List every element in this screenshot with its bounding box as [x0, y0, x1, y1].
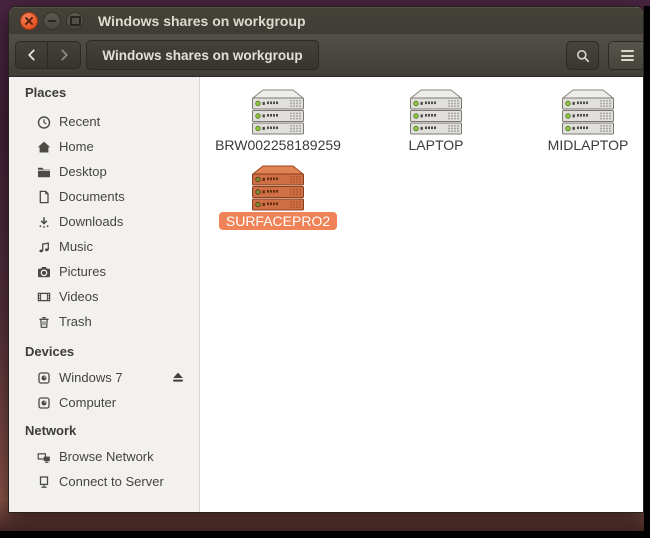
maximize-icon [70, 16, 81, 26]
document-icon [36, 189, 52, 205]
toolbar: Windows shares on workgroup [9, 34, 643, 77]
server-rack-icon [250, 89, 306, 135]
harddrive-icon [36, 370, 52, 386]
sidebar-item-label: Browse Network [59, 449, 154, 464]
chevron-right-icon [56, 47, 72, 63]
network-share-item[interactable]: MIDLAPTOP [510, 89, 644, 155]
titlebar[interactable]: Windows shares on workgroup [9, 7, 643, 34]
sidebar-item-documents[interactable]: Documents [9, 184, 199, 209]
close-button[interactable] [20, 12, 38, 30]
search-button[interactable] [566, 41, 599, 70]
trash-icon [36, 314, 52, 330]
window-title: Windows shares on workgroup [98, 13, 306, 29]
music-note-icon [36, 239, 52, 255]
sidebar-item-label: Connect to Server [59, 474, 164, 489]
back-button[interactable] [16, 42, 48, 68]
sidebar-item-label: Computer [59, 395, 116, 410]
sidebar-item-label: Home [59, 139, 94, 154]
share-label: BRW002258189259 [200, 136, 356, 155]
menu-button[interactable] [608, 41, 644, 70]
sidebar-item-connect-to-server[interactable]: Connect to Server [9, 469, 199, 494]
network-share-item[interactable]: BRW002258189259 [200, 89, 356, 155]
sidebar-item-label: Recent [59, 114, 100, 129]
location-button[interactable]: Windows shares on workgroup [86, 40, 319, 70]
sidebar-item-label: Documents [59, 189, 125, 204]
window-content: Places Recent Home Desktop Documents Dow… [9, 77, 643, 513]
sidebar-item-label: Music [59, 239, 93, 254]
server-rack-icon [560, 89, 616, 135]
minimize-icon [48, 20, 56, 22]
search-icon [575, 48, 591, 64]
download-arrow-icon [36, 214, 52, 230]
sidebar-item-recent[interactable]: Recent [9, 109, 199, 134]
sidebar-item-computer[interactable]: Computer [9, 390, 199, 415]
sidebar-item-label: Trash [59, 314, 92, 329]
sidebar-item-videos[interactable]: Videos [9, 284, 199, 309]
screen-edge-bottom [0, 531, 650, 538]
sidebar: Places Recent Home Desktop Documents Dow… [9, 77, 200, 513]
sidebar-header-places: Places [9, 80, 199, 104]
nav-button-group [15, 41, 81, 69]
network-share-item[interactable]: LAPTOP [358, 89, 514, 155]
file-view: BRW002258189259 LAPTOP MIDLAPTOP [200, 77, 643, 513]
sidebar-item-label: Pictures [59, 264, 106, 279]
camera-icon [36, 264, 52, 280]
sidebar-item-label: Downloads [59, 214, 123, 229]
clock-icon [36, 114, 52, 130]
eject-button[interactable] [170, 369, 186, 385]
sidebar-item-label: Videos [59, 289, 99, 304]
maximize-button[interactable] [66, 12, 84, 30]
chevron-left-icon [24, 47, 40, 63]
hamburger-icon [621, 50, 634, 61]
sidebar-item-label: Desktop [59, 164, 107, 179]
network-share-item-selected[interactable]: SURFACEPRO2 [200, 165, 356, 231]
sidebar-item-pictures[interactable]: Pictures [9, 259, 199, 284]
sidebar-item-windows-7[interactable]: Windows 7 [9, 365, 199, 390]
share-label: SURFACEPRO2 [200, 212, 356, 231]
share-label: LAPTOP [358, 136, 514, 155]
sidebar-item-browse-network[interactable]: Browse Network [9, 444, 199, 469]
folder-icon [36, 164, 52, 180]
sidebar-item-music[interactable]: Music [9, 234, 199, 259]
close-icon [21, 13, 37, 29]
file-manager-window: Windows shares on workgroup Windows shar… [8, 6, 644, 513]
sidebar-item-trash[interactable]: Trash [9, 309, 199, 334]
sidebar-item-home[interactable]: Home [9, 134, 199, 159]
minimize-button[interactable] [43, 12, 61, 30]
harddrive-icon [36, 395, 52, 411]
home-icon [36, 139, 52, 155]
server-monitor-icon [36, 474, 52, 490]
server-rack-icon [250, 165, 306, 211]
server-rack-icon [408, 89, 464, 135]
sidebar-header-devices: Devices [9, 339, 199, 363]
network-computers-icon [36, 449, 52, 465]
forward-button[interactable] [48, 42, 80, 68]
share-label: MIDLAPTOP [510, 136, 644, 155]
window-controls [20, 12, 84, 30]
sidebar-item-label: Windows 7 [59, 370, 123, 385]
film-icon [36, 289, 52, 305]
screen-edge-right [644, 6, 650, 538]
sidebar-item-downloads[interactable]: Downloads [9, 209, 199, 234]
sidebar-item-desktop[interactable]: Desktop [9, 159, 199, 184]
sidebar-header-network: Network [9, 418, 199, 442]
